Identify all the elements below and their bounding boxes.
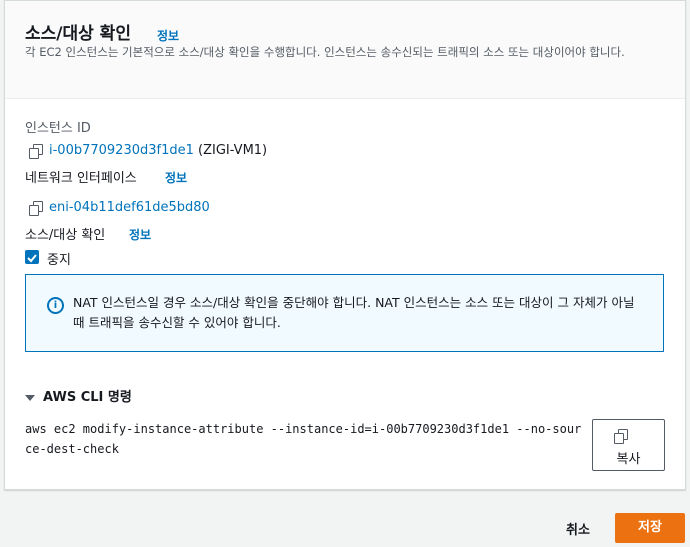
- source-dest-check-info-link[interactable]: 정보: [129, 226, 151, 243]
- nat-info-alert: i NAT 인스턴스일 경우 소스/대상 확인을 중단해야 합니다. NAT 인…: [25, 274, 664, 352]
- panel-title: 소스/대상 확인: [25, 24, 131, 44]
- copy-button-label: 복사: [616, 452, 641, 467]
- source-dest-check-panel: 소스/대상 확인 정보 각 EC2 인스턴스는 기본적으로 소스/대상 확인을 …: [4, 0, 686, 490]
- stop-checkbox-label[interactable]: 중지: [47, 249, 71, 268]
- instance-id-value: i-00b7709230d3f1de1 (ZIGI-VM1): [49, 143, 267, 158]
- panel-header: 소스/대상 확인 정보 각 EC2 인스턴스는 기본적으로 소스/대상 확인을 …: [5, 1, 685, 99]
- instance-name: (ZIGI-VM1): [198, 143, 268, 158]
- copy-icon[interactable]: [29, 144, 43, 159]
- save-button[interactable]: 저장: [615, 513, 685, 543]
- instance-id-link[interactable]: i-00b7709230d3f1de1: [49, 143, 194, 158]
- aws-cli-toggle[interactable]: AWS CLI 명령: [25, 386, 132, 405]
- panel-description: 각 EC2 인스턴스는 기본적으로 소스/대상 확인을 수행합니다. 인스턴스는…: [25, 45, 625, 59]
- caret-down-icon: [25, 394, 35, 401]
- checkmark-icon: [27, 254, 37, 263]
- network-interface-info-link[interactable]: 정보: [165, 169, 187, 186]
- aws-cli-toggle-label: AWS CLI 명령: [43, 390, 132, 405]
- source-dest-check-label: 소스/대상 확인: [25, 228, 106, 243]
- copy-icon: [614, 429, 628, 444]
- cancel-button[interactable]: 취소: [566, 519, 590, 538]
- network-interface-label: 네트워크 인터페이스: [25, 171, 137, 186]
- cli-command: aws ec2 modify-instance-attribute --inst…: [25, 422, 582, 456]
- alert-text: NAT 인스턴스일 경우 소스/대상 확인을 중단해야 합니다. NAT 인스턴…: [73, 295, 635, 330]
- stop-checkbox[interactable]: [25, 250, 39, 264]
- copy-button[interactable]: 복사: [592, 419, 665, 471]
- info-circle-icon: i: [47, 297, 64, 314]
- instance-id-label: 인스턴스 ID: [25, 121, 91, 136]
- network-interface-id-link[interactable]: eni-04b11def61de5bd80: [49, 200, 210, 215]
- title-info-link[interactable]: 정보: [157, 27, 179, 44]
- copy-icon[interactable]: [29, 201, 43, 216]
